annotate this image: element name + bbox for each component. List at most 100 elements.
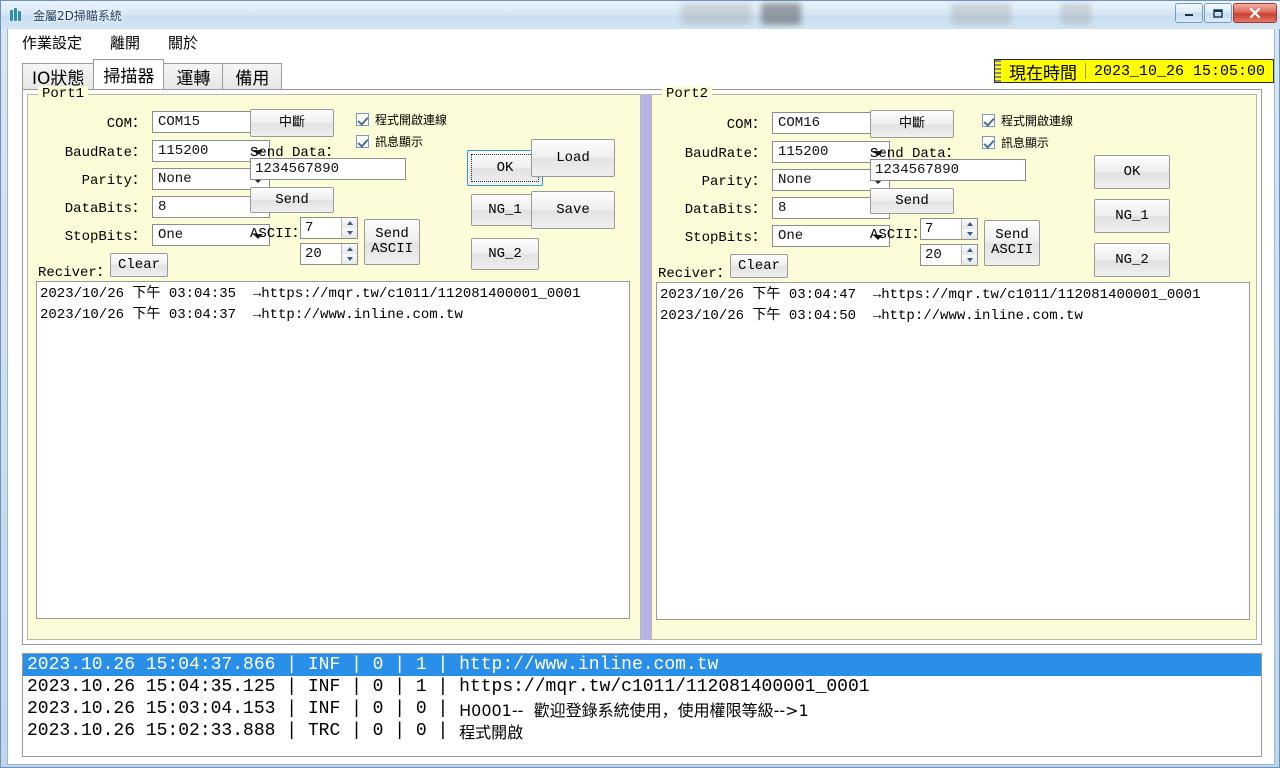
port2-ok-button[interactable]: OK (1094, 155, 1170, 189)
port2-stopbits-label: StopBits： (684, 230, 766, 246)
port1-send-data-input[interactable]: 1234567890 (250, 158, 406, 180)
port1-baudrate-value: 115200 (158, 143, 209, 159)
log-timestamp: 2023.10.26 15:02:33.888 (27, 721, 276, 741)
log-sep: | (383, 699, 416, 719)
log-row[interactable]: 2023.10.26 15:03:04.153 | INF | 0 | 0 | … (23, 698, 1261, 720)
port1-baudrate-label: BaudRate： (64, 145, 146, 161)
port2-com-label: COM： (726, 117, 766, 133)
port1-databits-value: 8 (158, 199, 167, 215)
log-timestamp: 2023.10.26 15:03:04.153 (27, 699, 276, 719)
log-col1: 0 (372, 677, 384, 697)
port2-databits-value: 8 (778, 200, 787, 216)
port1-send-button[interactable]: Send (250, 187, 334, 213)
stepper-up-icon[interactable] (962, 219, 977, 229)
minimize-button[interactable] (1175, 3, 1203, 23)
stepper-up-icon[interactable] (342, 218, 357, 228)
port1-ascii-stepper-2[interactable]: 20 (300, 243, 358, 265)
port2-ng1-button[interactable]: NG_1 (1094, 199, 1170, 233)
stepper-up-icon[interactable] (342, 244, 357, 254)
titlebar-reflection (1061, 3, 1091, 25)
title-bar: 金屬2D掃瞄系統 (1, 1, 1280, 29)
menu-item-settings[interactable]: 作業設定 (18, 30, 86, 55)
tab-strip: IO狀態 掃描器 運轉 備用 (22, 59, 1262, 89)
port2-group: Port2 COM： COM16 BaudRate： 115200 Parity… (651, 86, 1257, 640)
port2-parity-value: None (778, 172, 812, 188)
port2-disconnect-button[interactable]: 中斷 (870, 110, 954, 138)
menu-item-about[interactable]: 關於 (164, 30, 202, 55)
port1-save-button[interactable]: Save (531, 191, 615, 229)
port2-ascii-value-2: 20 (925, 247, 942, 263)
log-list[interactable]: 2023.10.26 15:04:37.866 | INF | 0 | 1 | … (22, 653, 1262, 757)
log-timestamp: 2023.10.26 15:04:35.125 (27, 677, 276, 697)
stepper-down-icon[interactable] (962, 229, 977, 239)
port2-com-value: COM16 (778, 115, 821, 131)
log-sep: | (340, 699, 373, 719)
port2-send-button[interactable]: Send (870, 188, 954, 214)
port1-send-ascii-button[interactable]: Send ASCII (364, 219, 420, 265)
client-area: 作業設定 離開 關於 現在時間 2023_10_26 15:05:00 IO狀態… (7, 29, 1275, 765)
log-sep: | (383, 655, 416, 675)
stepper-up-icon[interactable] (962, 245, 977, 255)
port1-stopbits-value: One (158, 227, 184, 243)
stepper-down-icon[interactable] (342, 254, 357, 264)
log-sep: | (426, 655, 460, 675)
port1-load-button[interactable]: Load (531, 139, 615, 177)
stepper-down-icon[interactable] (342, 228, 357, 238)
log-sep: | (340, 677, 373, 697)
log-row[interactable]: 2023.10.26 15:02:33.888 | TRC | 0 | 0 | … (23, 720, 1261, 742)
log-sep: | (340, 655, 373, 675)
port2-send-data-input[interactable]: 1234567890 (870, 159, 1026, 181)
log-message: 程式開啟 (459, 723, 524, 742)
log-col1: 0 (372, 655, 384, 675)
log-row[interactable]: 2023.10.26 15:04:35.125 | INF | 0 | 1 | … (23, 676, 1261, 698)
port1-parity-value: None (158, 171, 192, 187)
log-sep: | (275, 655, 308, 675)
log-col2: 1 (415, 655, 427, 675)
port1-stopbits-label: StopBits： (64, 229, 146, 245)
log-timestamp: 2023.10.26 15:04:37.866 (27, 655, 276, 675)
port2-send-ascii-button[interactable]: Send ASCII (984, 220, 1040, 266)
stepper-down-icon[interactable] (962, 255, 977, 265)
port2-clear-button[interactable]: Clear (730, 254, 788, 278)
close-button[interactable] (1233, 3, 1277, 23)
port1-receiver-textarea[interactable]: 2023/10/26 下午 03:04:35 →https://mqr.tw/c… (36, 281, 630, 619)
port2-receiver-textarea[interactable]: 2023/10/26 下午 03:04:47 →https://mqr.tw/c… (656, 282, 1250, 620)
tab-scanner[interactable]: 掃描器 (93, 59, 165, 89)
port1-autoconnect-checkbox[interactable]: 程式開啟連線 (356, 111, 447, 128)
window-controls (1175, 3, 1277, 23)
app-logo-icon (9, 7, 25, 23)
log-sep: | (275, 721, 308, 741)
port1-ascii-stepper-1[interactable]: 7 (300, 217, 358, 239)
port2-receiver-line: 2023/10/26 下午 03:04:50 →http://www.inlin… (660, 308, 1083, 324)
log-row[interactable]: 2023.10.26 15:04:37.866 | INF | 0 | 1 | … (23, 654, 1261, 676)
port2-ascii-label: ASCII： (870, 227, 927, 243)
port1-showmsg-checkbox[interactable]: 訊息顯示 (356, 133, 423, 150)
maximize-button[interactable] (1204, 3, 1232, 23)
port2-ascii-stepper-1[interactable]: 7 (920, 218, 978, 240)
port2-ascii-stepper-2[interactable]: 20 (920, 244, 978, 266)
log-message: http://www.inline.com.tw (459, 655, 719, 675)
log-level: INF (307, 677, 341, 697)
panel-splitter[interactable] (641, 94, 651, 640)
port1-group: Port1 COM： COM15 BaudRate： 115200 Parity… (27, 86, 641, 640)
titlebar-reflection (761, 3, 801, 25)
port1-ng1-button[interactable]: NG_1 (471, 194, 539, 226)
tab-run[interactable]: 運轉 (163, 63, 224, 89)
tab-spare[interactable]: 備用 (222, 63, 283, 89)
port1-ng2-button[interactable]: NG_2 (471, 238, 539, 270)
log-sep: | (383, 721, 416, 741)
port1-disconnect-button[interactable]: 中斷 (250, 109, 334, 137)
menu-bar: 作業設定 離開 關於 (8, 29, 1274, 55)
checkbox-checked-icon (982, 136, 995, 149)
port2-databits-label: DataBits： (684, 202, 766, 218)
port1-parity-label: Parity： (81, 173, 146, 189)
log-col2: 1 (415, 677, 427, 697)
port1-ascii-label: ASCII： (250, 226, 307, 242)
port2-showmsg-checkbox[interactable]: 訊息顯示 (982, 134, 1049, 151)
port2-ng2-button[interactable]: NG_2 (1094, 243, 1170, 277)
port2-ascii-value-1: 7 (925, 221, 934, 237)
menu-item-exit[interactable]: 離開 (106, 30, 144, 55)
port2-autoconnect-checkbox[interactable]: 程式開啟連線 (982, 112, 1073, 129)
port1-clear-button[interactable]: Clear (110, 253, 168, 277)
log-level: TRC (307, 721, 341, 741)
